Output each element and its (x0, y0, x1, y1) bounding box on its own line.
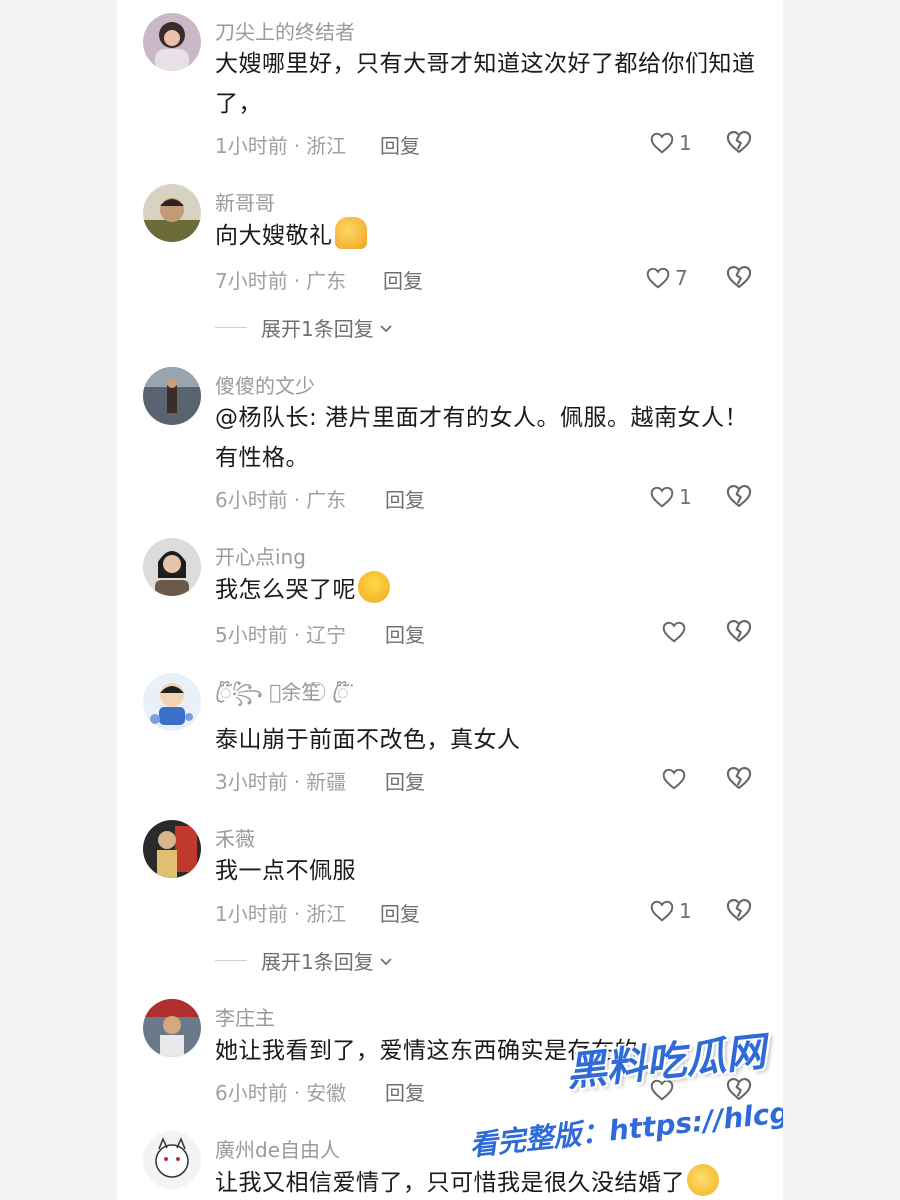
broken-heart-icon (726, 485, 752, 507)
comment-meta: 6小时前 · 广东 (215, 488, 347, 512)
heart-icon (650, 486, 674, 508)
comment-location: 辽宁 (306, 623, 347, 647)
comment-text: 泰山崩于前面不改色，真女人 (215, 727, 521, 753)
dislike-button[interactable] (725, 263, 755, 293)
broken-heart-icon (726, 767, 752, 789)
like-count: 7 (675, 266, 688, 290)
username[interactable]: 新哥哥 (215, 187, 275, 216)
comment-text: @杨队长: 港片里面才有的女人。佩服。越南女人！有性格。 (215, 405, 749, 471)
expand-replies-label: 展开1条回复 (261, 950, 374, 974)
comment-location: 新疆 (306, 770, 347, 794)
comment-meta: 7小时前 · 广东 (215, 269, 347, 293)
comment-text: 我怎么哭了呢 (215, 570, 763, 610)
comment-location: 广东 (306, 269, 347, 293)
avatar[interactable] (143, 13, 201, 71)
like-button[interactable] (661, 764, 691, 794)
broken-heart-icon (726, 266, 752, 288)
avatar[interactable] (143, 538, 201, 596)
crying-emoji-icon (358, 571, 390, 603)
comment-time: 1小时前 (215, 134, 288, 158)
heart-icon (662, 768, 686, 790)
broken-heart-icon (726, 131, 752, 153)
divider-line (215, 327, 247, 328)
watermark: 黑料吃瓜网 看完整版：https://hlcgw92.com (457, 980, 783, 1200)
comment-meta: 1小时前 · 浙江 (215, 134, 347, 158)
dislike-button[interactable] (725, 128, 755, 158)
comment-time: 1小时前 (215, 902, 288, 926)
comment-text: 我一点不佩服 (215, 858, 356, 884)
avatar[interactable] (143, 673, 201, 731)
broken-heart-icon (726, 620, 752, 642)
heart-icon (650, 900, 674, 922)
reply-button[interactable]: 回复 (385, 766, 425, 795)
broken-heart-icon (726, 899, 752, 921)
reply-button[interactable]: 回复 (385, 484, 425, 513)
avatar[interactable] (143, 820, 201, 878)
avatar[interactable] (143, 1131, 201, 1189)
heart-icon (662, 621, 686, 643)
comment-meta: 6小时前 · 安徽 (215, 1081, 347, 1105)
avatar[interactable] (143, 999, 201, 1057)
like-button[interactable]: 7 (645, 263, 688, 293)
watermark-title: 黑料吃瓜网 (564, 1029, 768, 1096)
comment-location: 广东 (306, 488, 347, 512)
like-count: 1 (679, 131, 692, 155)
username[interactable]: 刀尖上的终结者 (215, 16, 355, 45)
pray-emoji-icon (334, 217, 367, 249)
username[interactable]: 禾薇 (215, 823, 255, 852)
chevron-down-icon (380, 957, 392, 965)
comment-location: 浙江 (306, 902, 347, 926)
comment-time: 6小时前 (215, 1081, 288, 1105)
dislike-button[interactable] (725, 896, 755, 926)
like-button[interactable]: 1 (649, 482, 692, 512)
like-count: 1 (679, 485, 692, 509)
like-count: 1 (679, 899, 692, 923)
like-button[interactable]: 1 (649, 896, 692, 926)
like-button[interactable]: 1 (649, 128, 692, 158)
divider-line (215, 960, 247, 961)
dislike-button[interactable] (725, 617, 755, 647)
username[interactable]: ꦿ໊꧂ ⃝余笙 ⃝ ꦿ໊ᐝ (215, 676, 354, 718)
comment-time: 5小时前 (215, 623, 288, 647)
comment-time: 7小时前 (215, 269, 288, 293)
comment-location: 安徽 (306, 1081, 347, 1105)
reply-button[interactable]: 回复 (380, 130, 420, 159)
avatar[interactable] (143, 367, 201, 425)
comment-text-content: 向大嫂敬礼 (215, 223, 333, 249)
expand-replies-label: 展开1条回复 (261, 317, 374, 341)
username[interactable]: 廣州de自由人 (215, 1134, 340, 1163)
comment-list[interactable]: 刀尖上的终结者 大嫂哪里好，只有大哥才知道这次好了都给你们知道了， 1小时前 · 浙… (117, 0, 783, 1200)
heart-icon (646, 267, 670, 289)
expand-replies-button[interactable]: 展开1条回复 (215, 313, 394, 342)
reply-button[interactable]: 回复 (380, 898, 420, 927)
expand-replies-button[interactable]: 展开1条回复 (215, 946, 394, 975)
username[interactable]: 开心点ing (215, 541, 306, 570)
comment-text: 大嫂哪里好，只有大哥才知道这次好了都给你们知道了， (215, 51, 756, 117)
comment-location: 浙江 (306, 134, 347, 158)
dislike-button[interactable] (725, 482, 755, 512)
comment-time: 3小时前 (215, 770, 288, 794)
heart-icon (650, 132, 674, 154)
comment-meta: 1小时前 · 浙江 (215, 902, 347, 926)
reply-button[interactable]: 回复 (385, 1077, 425, 1106)
comment-time: 6小时前 (215, 488, 288, 512)
username[interactable]: 李庄主 (215, 1002, 275, 1031)
reply-button[interactable]: 回复 (385, 619, 425, 648)
comment-meta: 3小时前 · 新疆 (215, 770, 347, 794)
avatar[interactable] (143, 184, 201, 242)
comment-meta: 5小时前 · 辽宁 (215, 623, 347, 647)
comment-text: 向大嫂敬礼 (215, 216, 763, 256)
username[interactable]: 傻傻的文少 (215, 370, 315, 399)
like-button[interactable] (661, 617, 691, 647)
comment-text-content: 我怎么哭了呢 (215, 577, 356, 603)
chevron-down-icon (380, 324, 392, 332)
dislike-button[interactable] (725, 764, 755, 794)
reply-button[interactable]: 回复 (383, 265, 423, 294)
